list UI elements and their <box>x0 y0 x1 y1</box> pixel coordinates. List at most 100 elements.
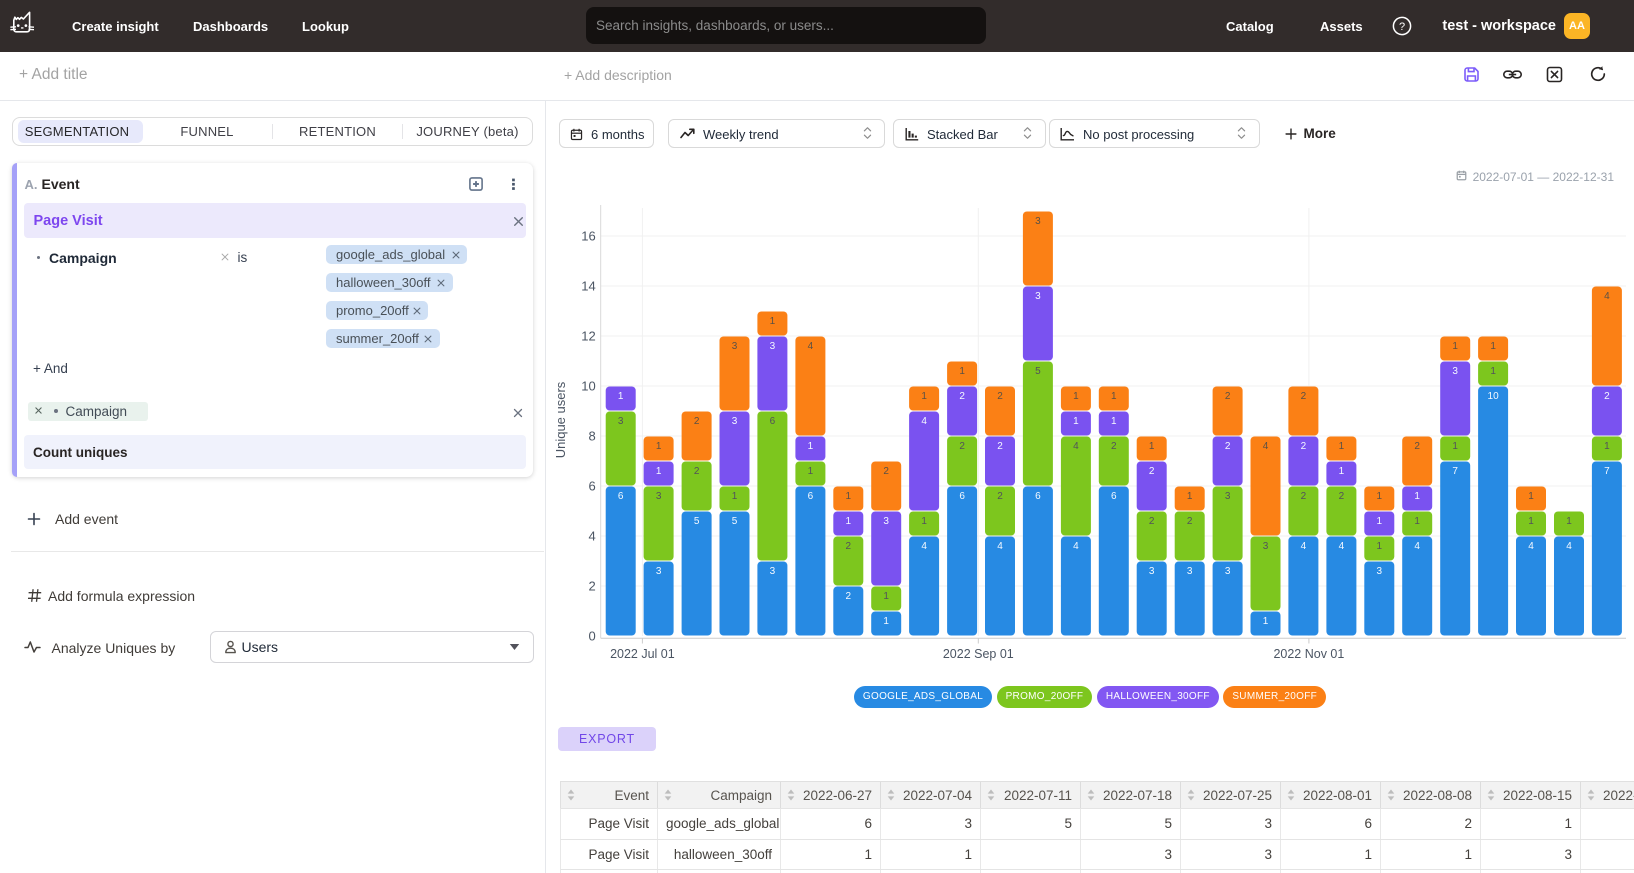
svg-text:1: 1 <box>656 441 662 452</box>
svg-text:10: 10 <box>1488 391 1500 402</box>
svg-text:1: 1 <box>1149 441 1155 452</box>
svg-text:3: 3 <box>1225 566 1231 577</box>
svg-text:4: 4 <box>1301 541 1307 552</box>
svg-text:4: 4 <box>1604 291 1610 302</box>
svg-text:3: 3 <box>1377 566 1383 577</box>
svg-text:2: 2 <box>1149 516 1155 527</box>
svg-text:4: 4 <box>1073 441 1079 452</box>
svg-text:4: 4 <box>1263 441 1269 452</box>
svg-text:1: 1 <box>1452 341 1458 352</box>
svg-text:4: 4 <box>997 541 1003 552</box>
svg-text:2: 2 <box>846 541 852 552</box>
svg-text:6: 6 <box>808 491 814 502</box>
svg-text:2: 2 <box>997 391 1003 402</box>
svg-text:5: 5 <box>1035 366 1041 377</box>
svg-text:1: 1 <box>1377 491 1383 502</box>
svg-text:1: 1 <box>1187 491 1193 502</box>
svg-text:1: 1 <box>1604 441 1610 452</box>
svg-text:4: 4 <box>921 416 927 427</box>
svg-text:2: 2 <box>694 416 700 427</box>
svg-text:2: 2 <box>1225 391 1231 402</box>
svg-text:1: 1 <box>808 441 814 452</box>
svg-text:2: 2 <box>846 591 852 602</box>
svg-text:3: 3 <box>770 341 776 352</box>
svg-text:3: 3 <box>1035 291 1041 302</box>
svg-text:3: 3 <box>656 491 662 502</box>
svg-text:1: 1 <box>1339 466 1345 477</box>
svg-text:2022 Nov 01: 2022 Nov 01 <box>1273 647 1344 661</box>
svg-text:2: 2 <box>997 441 1003 452</box>
svg-text:0: 0 <box>588 629 595 644</box>
svg-text:2: 2 <box>1111 441 1117 452</box>
svg-text:1: 1 <box>1073 416 1079 427</box>
svg-text:6: 6 <box>1111 491 1117 502</box>
svg-text:6: 6 <box>959 491 965 502</box>
svg-text:5: 5 <box>732 516 738 527</box>
svg-text:1: 1 <box>1528 491 1534 502</box>
svg-text:2022 Sep 01: 2022 Sep 01 <box>943 647 1014 661</box>
svg-text:1: 1 <box>1566 516 1572 527</box>
svg-text:2: 2 <box>997 491 1003 502</box>
svg-text:1: 1 <box>1452 441 1458 452</box>
svg-text:6: 6 <box>1035 491 1041 502</box>
svg-text:4: 4 <box>921 541 927 552</box>
svg-text:16: 16 <box>581 229 595 244</box>
svg-text:1: 1 <box>808 466 814 477</box>
svg-text:2: 2 <box>694 466 700 477</box>
svg-text:2: 2 <box>1604 391 1610 402</box>
svg-text:12: 12 <box>581 329 595 344</box>
svg-text:6: 6 <box>588 479 595 494</box>
svg-text:3: 3 <box>1149 566 1155 577</box>
svg-text:?: ? <box>1399 21 1405 33</box>
svg-text:2: 2 <box>588 579 595 594</box>
svg-text:1: 1 <box>656 466 662 477</box>
svg-text:4: 4 <box>1528 541 1534 552</box>
svg-text:3: 3 <box>1452 366 1458 377</box>
svg-text:3: 3 <box>732 416 738 427</box>
svg-text:4: 4 <box>588 529 595 544</box>
svg-text:2: 2 <box>1187 516 1193 527</box>
svg-text:14: 14 <box>581 279 595 294</box>
svg-text:10: 10 <box>581 379 595 394</box>
svg-text:1: 1 <box>883 591 889 602</box>
svg-text:6: 6 <box>618 491 624 502</box>
svg-text:1: 1 <box>1414 516 1420 527</box>
svg-text:4: 4 <box>808 341 814 352</box>
svg-text:7: 7 <box>1452 466 1458 477</box>
svg-text:1: 1 <box>959 366 965 377</box>
svg-text:1: 1 <box>1263 616 1269 627</box>
svg-text:1: 1 <box>1111 416 1117 427</box>
svg-text:2: 2 <box>883 466 889 477</box>
svg-text:1: 1 <box>770 316 776 327</box>
svg-text:1: 1 <box>1073 391 1079 402</box>
svg-text:2022 Jul 01: 2022 Jul 01 <box>610 647 675 661</box>
svg-text:3: 3 <box>656 566 662 577</box>
svg-text:3: 3 <box>883 516 889 527</box>
svg-text:8: 8 <box>588 429 595 444</box>
svg-text:4: 4 <box>1414 541 1420 552</box>
svg-text:2: 2 <box>1301 491 1307 502</box>
svg-text:1: 1 <box>1414 491 1420 502</box>
svg-text:Unique users: Unique users <box>553 381 568 458</box>
svg-text:1: 1 <box>1528 516 1534 527</box>
svg-text:6: 6 <box>770 416 776 427</box>
svg-text:2: 2 <box>1225 441 1231 452</box>
svg-text:2: 2 <box>1301 441 1307 452</box>
svg-text:1: 1 <box>921 516 927 527</box>
svg-text:1: 1 <box>883 616 889 627</box>
svg-text:1: 1 <box>732 491 738 502</box>
svg-text:2: 2 <box>959 441 965 452</box>
svg-text:2: 2 <box>1301 391 1307 402</box>
svg-text:3: 3 <box>618 416 624 427</box>
svg-text:1: 1 <box>1377 516 1383 527</box>
svg-text:1: 1 <box>1339 441 1345 452</box>
svg-text:3: 3 <box>732 341 738 352</box>
svg-text:4: 4 <box>1073 541 1079 552</box>
svg-text:4: 4 <box>1339 541 1345 552</box>
svg-text:1: 1 <box>1490 341 1496 352</box>
svg-text:2: 2 <box>1149 466 1155 477</box>
svg-text:1: 1 <box>1111 391 1117 402</box>
svg-text:5: 5 <box>694 516 700 527</box>
svg-text:2: 2 <box>1414 441 1420 452</box>
svg-text:1: 1 <box>846 516 852 527</box>
